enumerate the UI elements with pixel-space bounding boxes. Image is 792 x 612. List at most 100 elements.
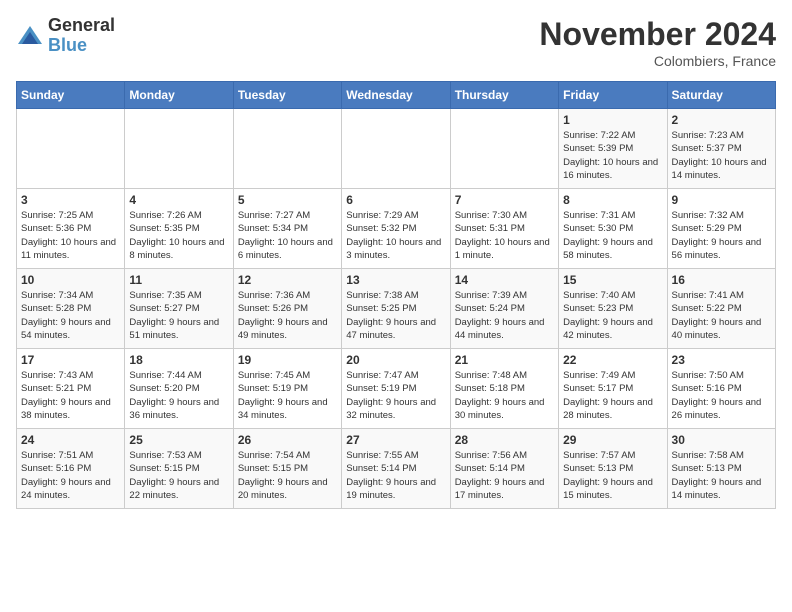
calendar-cell: 14 Sunrise: 7:39 AMSunset: 5:24 PMDayligh… xyxy=(450,269,558,349)
day-number: 9 xyxy=(672,193,771,207)
logo: General Blue xyxy=(16,16,115,56)
day-info: Sunrise: 7:55 AMSunset: 5:14 PMDaylight:… xyxy=(346,449,445,502)
day-info: Sunrise: 7:58 AMSunset: 5:13 PMDaylight:… xyxy=(672,449,771,502)
day-info: Sunrise: 7:44 AMSunset: 5:20 PMDaylight:… xyxy=(129,369,228,422)
day-number: 16 xyxy=(672,273,771,287)
calendar-cell: 21 Sunrise: 7:48 AMSunset: 5:18 PMDayligh… xyxy=(450,349,558,429)
calendar-cell: 13Sunrise: 7:38 AMSunset: 5:25 PMDayligh… xyxy=(342,269,450,349)
day-number: 17 xyxy=(21,353,120,367)
day-number: 4 xyxy=(129,193,228,207)
day-number: 22 xyxy=(563,353,662,367)
week-row-2: 10Sunrise: 7:34 AMSunset: 5:28 PMDayligh… xyxy=(17,269,776,349)
day-number: 8 xyxy=(563,193,662,207)
day-number: 23 xyxy=(672,353,771,367)
day-info: Sunrise: 7:36 AMSunset: 5:26 PMDaylight:… xyxy=(238,289,337,342)
calendar-cell: 5Sunrise: 7:27 AMSunset: 5:34 PMDaylight… xyxy=(233,189,341,269)
day-number: 21 xyxy=(455,353,554,367)
calendar-cell: 23Sunrise: 7:50 AMSunset: 5:16 PMDayligh… xyxy=(667,349,775,429)
day-number: 30 xyxy=(672,433,771,447)
calendar-cell: 25 Sunrise: 7:53 AMSunset: 5:15 PMDayligh… xyxy=(125,429,233,509)
logo-blue: Blue xyxy=(48,36,115,56)
day-info: Sunrise: 7:51 AMSunset: 5:16 PMDaylight:… xyxy=(21,449,120,502)
calendar-cell: 11 Sunrise: 7:35 AMSunset: 5:27 PMDayligh… xyxy=(125,269,233,349)
calendar-cell: 26Sunrise: 7:54 AMSunset: 5:15 PMDayligh… xyxy=(233,429,341,509)
logo-text: General Blue xyxy=(48,16,115,56)
day-number: 11 xyxy=(129,273,228,287)
day-number: 7 xyxy=(455,193,554,207)
header-day-friday: Friday xyxy=(559,82,667,109)
logo-general: General xyxy=(48,16,115,36)
day-number: 25 xyxy=(129,433,228,447)
header-day-wednesday: Wednesday xyxy=(342,82,450,109)
day-number: 10 xyxy=(21,273,120,287)
day-info: Sunrise: 7:48 AMSunset: 5:18 PMDaylight:… xyxy=(455,369,554,422)
calendar-cell: 12 Sunrise: 7:36 AMSunset: 5:26 PMDayligh… xyxy=(233,269,341,349)
header-row: SundayMondayTuesdayWednesdayThursdayFrid… xyxy=(17,82,776,109)
calendar-cell: 7 Sunrise: 7:30 AMSunset: 5:31 PMDaylight… xyxy=(450,189,558,269)
header-day-saturday: Saturday xyxy=(667,82,775,109)
calendar-cell: 17 Sunrise: 7:43 AMSunset: 5:21 PMDayligh… xyxy=(17,349,125,429)
calendar-cell: 10Sunrise: 7:34 AMSunset: 5:28 PMDayligh… xyxy=(17,269,125,349)
day-info: Sunrise: 7:45 AMSunset: 5:19 PMDaylight:… xyxy=(238,369,337,422)
day-number: 20 xyxy=(346,353,445,367)
day-info: Sunrise: 7:22 AMSunset: 5:39 PMDaylight:… xyxy=(563,129,662,182)
day-info: Sunrise: 7:40 AMSunset: 5:23 PMDaylight:… xyxy=(563,289,662,342)
calendar-cell: 16 Sunrise: 7:41 AMSunset: 5:22 PMDayligh… xyxy=(667,269,775,349)
day-number: 29 xyxy=(563,433,662,447)
page-header: General Blue November 2024 Colombiers, F… xyxy=(16,16,776,69)
day-number: 28 xyxy=(455,433,554,447)
calendar-cell: 22 Sunrise: 7:49 AMSunset: 5:17 PMDayligh… xyxy=(559,349,667,429)
day-info: Sunrise: 7:41 AMSunset: 5:22 PMDaylight:… xyxy=(672,289,771,342)
calendar-cell: 29Sunrise: 7:57 AMSunset: 5:13 PMDayligh… xyxy=(559,429,667,509)
day-info: Sunrise: 7:32 AMSunset: 5:29 PMDaylight:… xyxy=(672,209,771,262)
day-info: Sunrise: 7:35 AMSunset: 5:27 PMDaylight:… xyxy=(129,289,228,342)
calendar-cell: 3 Sunrise: 7:25 AMSunset: 5:36 PMDaylight… xyxy=(17,189,125,269)
calendar-cell: 8 Sunrise: 7:31 AMSunset: 5:30 PMDaylight… xyxy=(559,189,667,269)
day-info: Sunrise: 7:25 AMSunset: 5:36 PMDaylight:… xyxy=(21,209,120,262)
day-info: Sunrise: 7:53 AMSunset: 5:15 PMDaylight:… xyxy=(129,449,228,502)
day-info: Sunrise: 7:26 AMSunset: 5:35 PMDaylight:… xyxy=(129,209,228,262)
day-info: Sunrise: 7:31 AMSunset: 5:30 PMDaylight:… xyxy=(563,209,662,262)
day-number: 18 xyxy=(129,353,228,367)
day-info: Sunrise: 7:56 AMSunset: 5:14 PMDaylight:… xyxy=(455,449,554,502)
location: Colombiers, France xyxy=(539,53,776,69)
calendar-cell xyxy=(450,109,558,189)
day-info: Sunrise: 7:39 AMSunset: 5:24 PMDaylight:… xyxy=(455,289,554,342)
calendar-cell xyxy=(233,109,341,189)
header-day-monday: Monday xyxy=(125,82,233,109)
day-number: 1 xyxy=(563,113,662,127)
calendar-cell: 6 Sunrise: 7:29 AMSunset: 5:32 PMDaylight… xyxy=(342,189,450,269)
day-info: Sunrise: 7:30 AMSunset: 5:31 PMDaylight:… xyxy=(455,209,554,262)
calendar-cell xyxy=(342,109,450,189)
day-number: 14 xyxy=(455,273,554,287)
week-row-1: 3 Sunrise: 7:25 AMSunset: 5:36 PMDaylight… xyxy=(17,189,776,269)
day-info: Sunrise: 7:49 AMSunset: 5:17 PMDaylight:… xyxy=(563,369,662,422)
calendar-cell xyxy=(125,109,233,189)
day-info: Sunrise: 7:43 AMSunset: 5:21 PMDaylight:… xyxy=(21,369,120,422)
day-number: 6 xyxy=(346,193,445,207)
day-number: 24 xyxy=(21,433,120,447)
calendar-cell: 4 Sunrise: 7:26 AMSunset: 5:35 PMDaylight… xyxy=(125,189,233,269)
month-title: November 2024 xyxy=(539,16,776,53)
day-info: Sunrise: 7:23 AMSunset: 5:37 PMDaylight:… xyxy=(672,129,771,182)
day-info: Sunrise: 7:29 AMSunset: 5:32 PMDaylight:… xyxy=(346,209,445,262)
calendar-cell: 18 Sunrise: 7:44 AMSunset: 5:20 PMDayligh… xyxy=(125,349,233,429)
calendar-cell: 15 Sunrise: 7:40 AMSunset: 5:23 PMDayligh… xyxy=(559,269,667,349)
day-number: 12 xyxy=(238,273,337,287)
day-number: 15 xyxy=(563,273,662,287)
day-number: 27 xyxy=(346,433,445,447)
day-number: 5 xyxy=(238,193,337,207)
calendar-cell xyxy=(17,109,125,189)
calendar-cell: 27 Sunrise: 7:55 AMSunset: 5:14 PMDayligh… xyxy=(342,429,450,509)
header-day-thursday: Thursday xyxy=(450,82,558,109)
calendar-cell: 19Sunrise: 7:45 AMSunset: 5:19 PMDayligh… xyxy=(233,349,341,429)
calendar-cell: 24 Sunrise: 7:51 AMSunset: 5:16 PMDayligh… xyxy=(17,429,125,509)
week-row-3: 17 Sunrise: 7:43 AMSunset: 5:21 PMDayligh… xyxy=(17,349,776,429)
calendar-cell: 1 Sunrise: 7:22 AMSunset: 5:39 PMDaylight… xyxy=(559,109,667,189)
calendar-cell: 9 Sunrise: 7:32 AMSunset: 5:29 PMDaylight… xyxy=(667,189,775,269)
day-number: 26 xyxy=(238,433,337,447)
day-number: 3 xyxy=(21,193,120,207)
header-day-sunday: Sunday xyxy=(17,82,125,109)
calendar-cell: 28 Sunrise: 7:56 AMSunset: 5:14 PMDayligh… xyxy=(450,429,558,509)
header-day-tuesday: Tuesday xyxy=(233,82,341,109)
